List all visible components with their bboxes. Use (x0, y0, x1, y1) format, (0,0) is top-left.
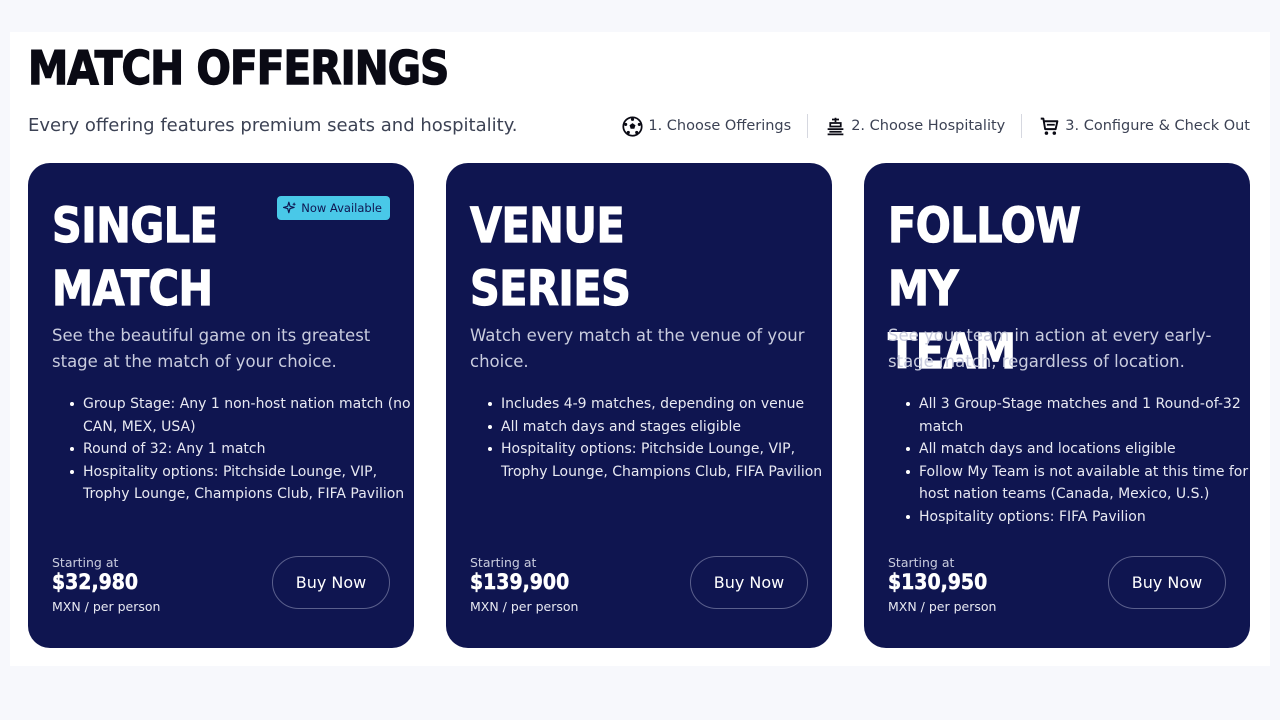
card-title-line: FOLLOW MY (887, 197, 1081, 317)
buy-now-button[interactable]: Buy Now (1108, 556, 1226, 609)
card-title-line: MATCH (51, 260, 213, 317)
buy-now-button[interactable]: Buy Now (272, 556, 390, 609)
price: $130,950 (888, 570, 988, 595)
now-available-badge: Now Available (277, 196, 390, 220)
list-item: Hospitality options: Pitchside Lounge, V… (70, 461, 414, 506)
feature-list: Includes 4-9 matches, depending on venue… (470, 393, 832, 483)
step-configure-checkout[interactable]: 3. Configure & Check Out (1022, 115, 1250, 137)
offering-card-single-match: SINGLE MATCH Now Available See the beaut… (28, 163, 414, 648)
page-title: MATCH OFFERINGS (27, 40, 450, 95)
step-label: 2. Choose Hospitality (851, 118, 1006, 134)
card-description: Watch every match at the venue of your c… (470, 326, 805, 371)
price-unit: MXN / per person (470, 599, 579, 614)
sparkle-icon (283, 201, 297, 215)
list-item: Includes 4-9 matches, depending on venue (488, 393, 832, 416)
list-item: Hospitality options: Pitchside Lounge, V… (488, 438, 832, 483)
badge-label: Now Available (301, 201, 382, 215)
price: $32,980 (52, 570, 139, 595)
hospitality-icon (824, 115, 846, 137)
step-choose-hospitality[interactable]: 2. Choose Hospitality (808, 115, 1021, 137)
price: $139,900 (470, 570, 570, 595)
card-title-line: VENUE SERIES (469, 197, 631, 317)
card-title: SINGLE MATCH (51, 195, 310, 321)
page-subtitle: Every offering features premium seats an… (28, 115, 518, 136)
list-item: All match days and locations eligible (906, 438, 1250, 461)
starting-at-label: Starting at (470, 555, 537, 570)
card-title: VENUE SERIES (469, 195, 728, 321)
offering-card-follow-my-team: FOLLOW MY TEAM See your team in action a… (864, 163, 1250, 648)
list-item: Hospitality options: FIFA Pavilion (906, 506, 1250, 529)
card-description: See your team in action at every early-s… (888, 326, 1212, 371)
buy-now-button[interactable]: Buy Now (690, 556, 808, 609)
list-item: Round of 32: Any 1 match (70, 438, 414, 461)
cart-icon (1038, 115, 1060, 137)
feature-list: All 3 Group-Stage matches and 1 Round-of… (888, 393, 1250, 528)
feature-list: Group Stage: Any 1 non-host nation match… (52, 393, 414, 506)
list-item: Follow My Team is not available at this … (906, 461, 1250, 506)
checkout-steps: 1. Choose Offerings 2. Choose Hospitalit… (605, 113, 1250, 139)
soccer-ball-icon (621, 115, 643, 137)
card-description: See the beautiful game on its greatest s… (52, 326, 371, 371)
step-label: 1. Choose Offerings (648, 118, 792, 134)
starting-at-label: Starting at (52, 555, 119, 570)
step-choose-offerings[interactable]: 1. Choose Offerings (605, 115, 807, 137)
list-item: Group Stage: Any 1 non-host nation match… (70, 393, 414, 438)
price-unit: MXN / per person (888, 599, 997, 614)
starting-at-label: Starting at (888, 555, 955, 570)
list-item: All 3 Group-Stage matches and 1 Round-of… (906, 393, 1250, 438)
step-label: 3. Configure & Check Out (1065, 118, 1250, 134)
list-item: All match days and stages eligible (488, 416, 832, 439)
offering-card-venue-series: VENUE SERIES Watch every match at the ve… (446, 163, 832, 648)
price-unit: MXN / per person (52, 599, 161, 614)
card-title-line: SINGLE (51, 197, 218, 254)
